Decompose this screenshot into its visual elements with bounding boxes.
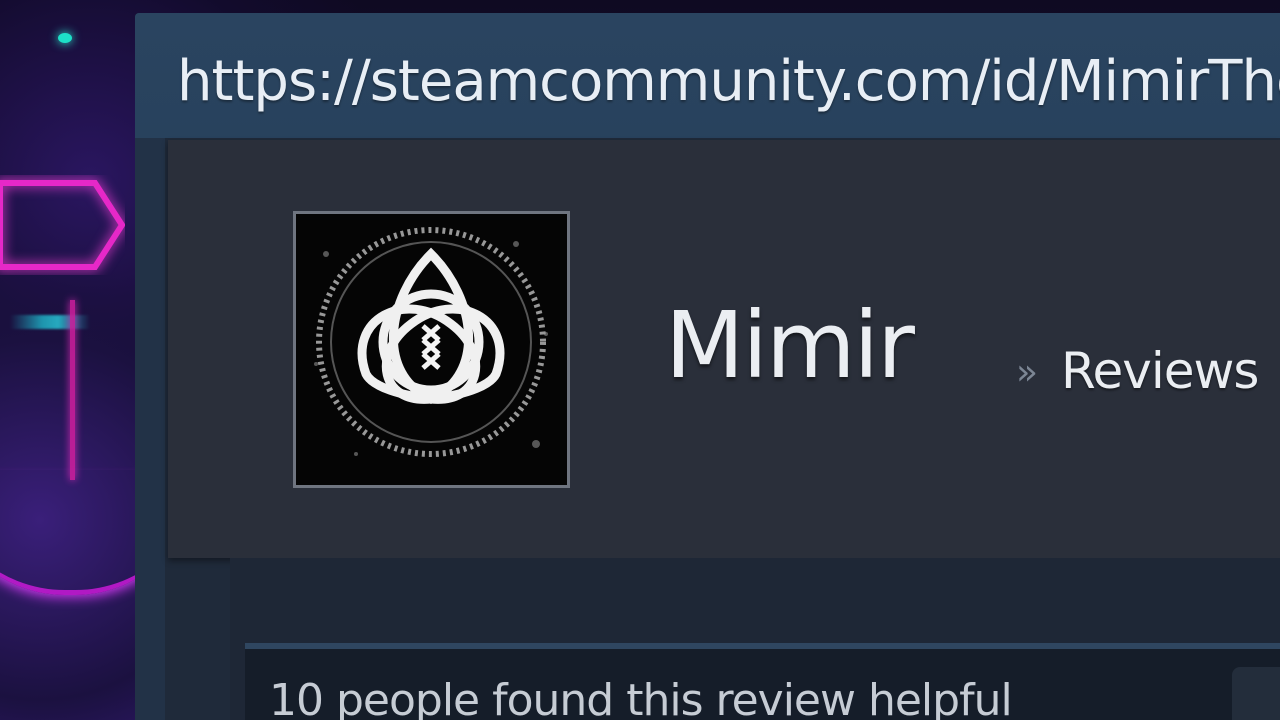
url-text[interactable]: https://steamcommunity.com/id/MimirThe [177, 49, 1280, 114]
breadcrumb-separator: » [1016, 352, 1039, 393]
profile-header: Mimir » Reviews » [168, 140, 1280, 558]
neon-hexagon-shape [0, 180, 125, 270]
neon-vertical-line [70, 300, 75, 480]
url-bar[interactable]: https://steamcommunity.com/id/MimirThe [135, 13, 1280, 138]
helpful-count-text: 10 people found this review helpful [269, 675, 1013, 720]
page-content: Mimir » Reviews » 10 people found this r… [135, 138, 1280, 720]
left-rail [135, 138, 165, 720]
review-card: 10 people found this review helpful [245, 643, 1280, 720]
profile-avatar[interactable] [293, 211, 570, 488]
breadcrumb-reviews[interactable]: Reviews [1061, 346, 1259, 396]
browser-window: https://steamcommunity.com/id/MimirThe M… [135, 13, 1280, 720]
review-card-corner [1232, 667, 1280, 720]
triquetra-rune-circle-icon [296, 214, 567, 485]
neon-cyan-streak [10, 315, 90, 329]
neon-light-dot [58, 33, 72, 43]
profile-name[interactable]: Mimir [665, 300, 915, 392]
